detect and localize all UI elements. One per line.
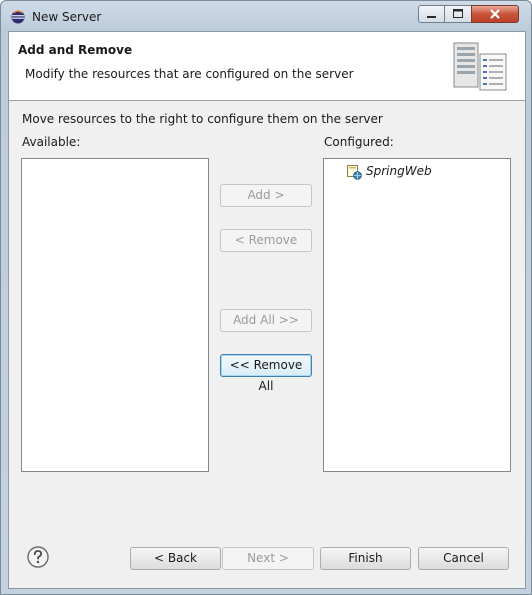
new-server-dialog: New Server Add and Remove Modify the res… bbox=[0, 0, 532, 595]
configured-label: Configured: bbox=[324, 135, 394, 149]
web-project-icon bbox=[347, 165, 362, 180]
item-label: SpringWeb bbox=[366, 164, 432, 178]
minimize-icon bbox=[427, 16, 436, 18]
cancel-button[interactable]: Cancel bbox=[418, 547, 509, 570]
maximize-button[interactable] bbox=[444, 5, 472, 23]
remove-all-button[interactable]: << Remove All bbox=[220, 354, 312, 393]
available-label: Available: bbox=[22, 135, 81, 149]
page-description: Modify the resources that are configured… bbox=[25, 67, 354, 81]
back-button[interactable]: < Back bbox=[130, 547, 221, 570]
title-bar[interactable]: New Server bbox=[1, 1, 531, 31]
instructions-text: Move resources to the right to configure… bbox=[22, 112, 383, 126]
configured-list[interactable]: SpringWeb bbox=[323, 158, 511, 472]
help-icon[interactable] bbox=[26, 545, 50, 569]
finish-button[interactable]: Finish bbox=[320, 547, 411, 570]
remove-button[interactable]: < Remove bbox=[220, 229, 312, 252]
maximize-icon bbox=[453, 9, 463, 18]
server-wizard-icon bbox=[453, 42, 507, 91]
add-button[interactable]: Add > bbox=[220, 184, 312, 207]
next-button[interactable]: Next > bbox=[222, 547, 314, 570]
dialog-body: Add and Remove Modify the resources that… bbox=[8, 31, 526, 589]
minimize-button[interactable] bbox=[418, 5, 445, 23]
available-list[interactable] bbox=[21, 158, 209, 472]
page-title: Add and Remove bbox=[18, 43, 133, 57]
eclipse-icon bbox=[11, 10, 25, 24]
close-icon bbox=[490, 9, 500, 19]
window-title: New Server bbox=[32, 10, 102, 24]
wizard-banner: Add and Remove Modify the resources that… bbox=[9, 32, 525, 101]
close-button[interactable] bbox=[471, 5, 519, 23]
add-all-button[interactable]: Add All >> bbox=[220, 309, 312, 332]
